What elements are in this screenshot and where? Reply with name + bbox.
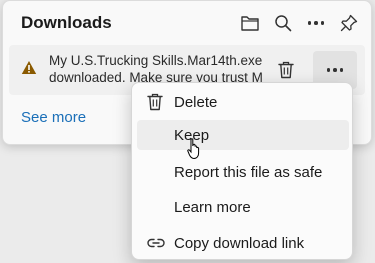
trash-icon	[147, 93, 163, 111]
menu-item-report-safe[interactable]: Report this file as safe	[137, 157, 349, 187]
download-context-menu: Delete Keep Report this file as safe Lea…	[131, 82, 353, 260]
link-icon	[147, 238, 165, 248]
search-downloads-button[interactable]	[269, 9, 297, 37]
downloads-header: Downloads	[3, 1, 371, 45]
menu-item-label: Report this file as safe	[174, 164, 323, 181]
download-message-line1: My U.S.Trucking Skills.Mar14th.exe isn't	[49, 53, 263, 68]
panel-title: Downloads	[21, 13, 112, 32]
warning-icon	[21, 61, 37, 74]
trash-icon	[278, 61, 294, 79]
folder-icon	[241, 16, 259, 31]
delete-download-button[interactable]	[271, 55, 301, 85]
more-options-icon	[307, 21, 325, 25]
open-folder-button[interactable]	[236, 9, 264, 37]
menu-item-learn-more[interactable]: Learn more	[137, 192, 349, 222]
download-warning-message: My U.S.Trucking Skills.Mar14th.exe isn't…	[49, 52, 263, 86]
more-actions-icon	[326, 68, 344, 72]
menu-item-label: Delete	[174, 94, 218, 111]
more-options-button[interactable]	[302, 9, 330, 37]
menu-item-label: Copy download link	[174, 235, 305, 252]
menu-item-copy-link[interactable]: Copy download link	[137, 228, 349, 258]
search-icon	[275, 15, 292, 32]
menu-item-keep[interactable]: Keep	[137, 120, 349, 150]
pin-button[interactable]	[335, 9, 363, 37]
mouse-cursor-icon	[187, 138, 200, 160]
menu-item-label: Learn more	[174, 199, 251, 216]
pin-icon	[340, 14, 358, 32]
menu-item-delete[interactable]: Delete	[137, 87, 349, 117]
see-more-link[interactable]: See more	[21, 109, 86, 126]
